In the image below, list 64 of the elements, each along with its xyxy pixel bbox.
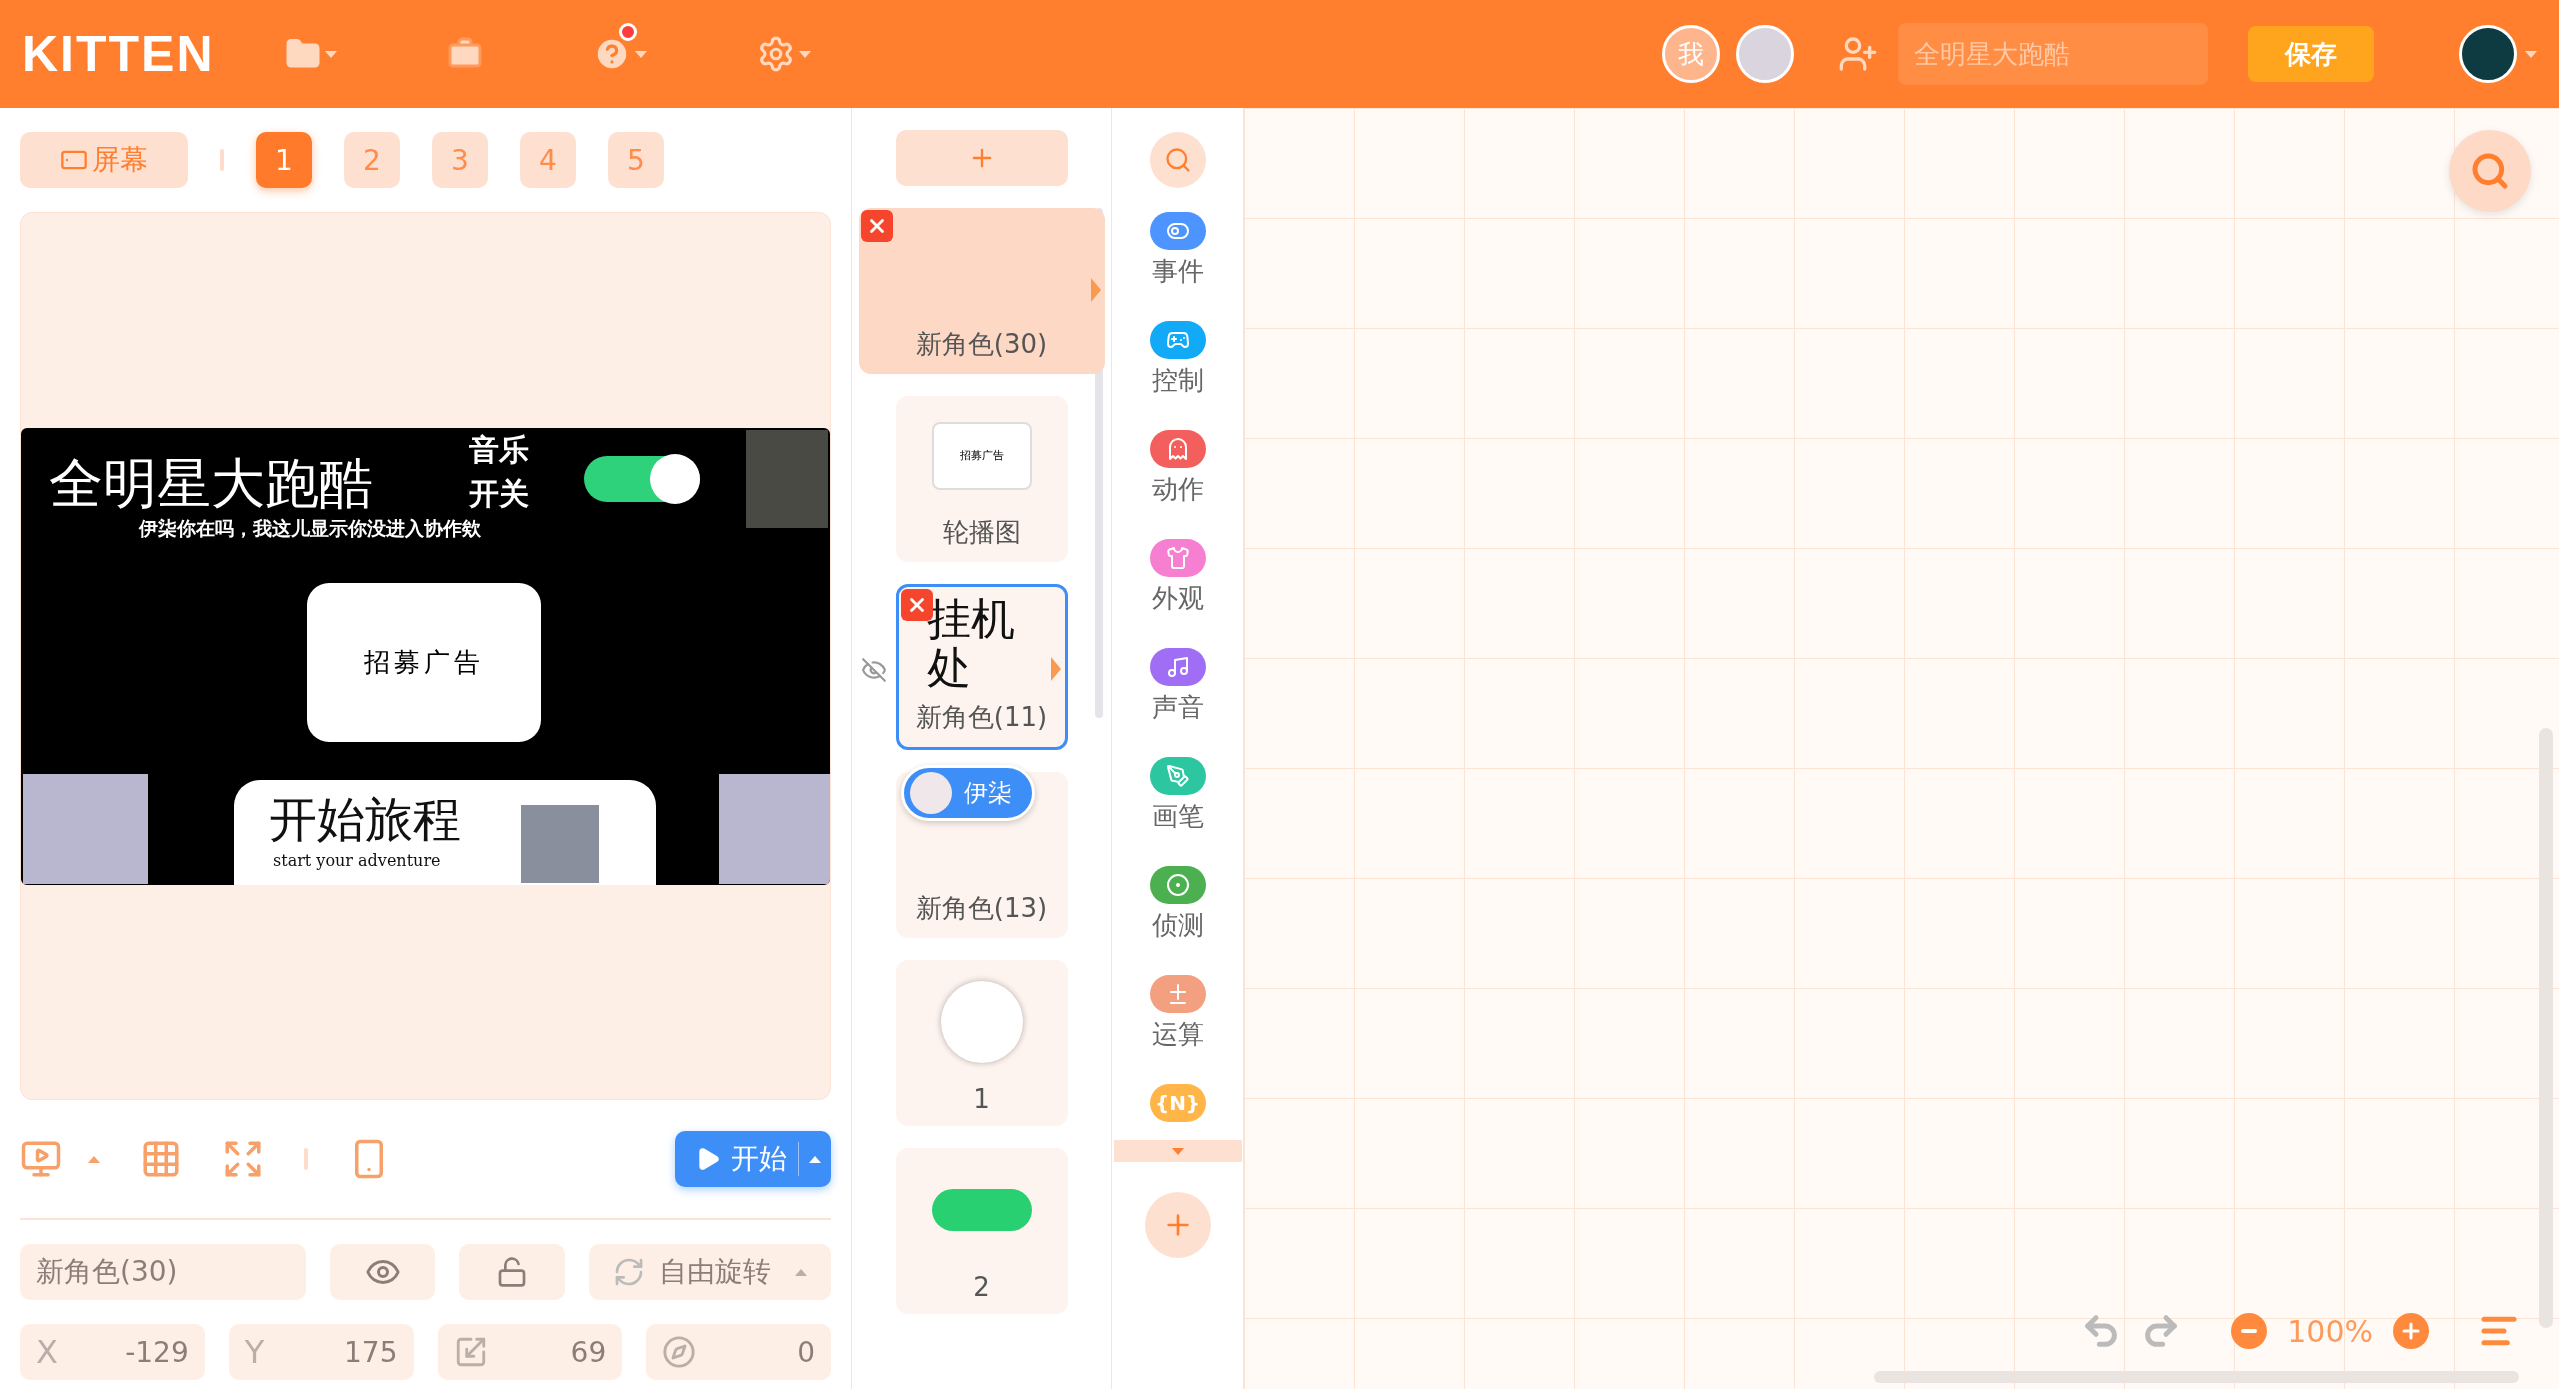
start-journey-subtitle: start your adventure <box>273 850 441 870</box>
y-field[interactable]: Y 175 <box>228 1324 414 1380</box>
zoom-in-button[interactable] <box>2393 1313 2429 1349</box>
collaborator-tooltip: 伊柒 <box>900 765 1035 821</box>
block-search-button[interactable] <box>2449 130 2531 212</box>
search-icon <box>1163 146 1192 174</box>
category-item[interactable]: 运算 <box>1149 975 1206 1074</box>
direction-field[interactable]: 0 <box>646 1324 831 1380</box>
fullscreen-icon <box>222 1138 264 1180</box>
start-button[interactable]: 开始 <box>675 1131 831 1187</box>
category-item[interactable]: 外观 <box>1149 539 1206 638</box>
recruit-ad-button[interactable]: 招募广告 <box>307 582 541 742</box>
eye-off-icon[interactable] <box>860 657 887 683</box>
sprite-item[interactable]: 1 <box>895 960 1068 1126</box>
category-item[interactable]: 动作 <box>1149 430 1206 529</box>
sprite-thumbnail: 招募广告 <box>931 421 1032 490</box>
scrollbar[interactable] <box>1874 1371 2519 1383</box>
lock-button[interactable] <box>459 1244 566 1300</box>
category-item[interactable]: 侦测 <box>1149 866 1206 965</box>
category-item[interactable]: 控制 <box>1149 321 1206 420</box>
screen-tab[interactable]: 3 <box>432 132 488 188</box>
zoom-level: 100% <box>2287 1313 2373 1349</box>
screen-button[interactable]: 屏幕 <box>20 132 188 188</box>
music-label: 开关 <box>469 474 529 513</box>
code-canvas[interactable]: 100% <box>1244 108 2559 1389</box>
rotation-mode-dropdown[interactable]: 自由旋转 <box>589 1244 831 1300</box>
music-toggle[interactable] <box>584 455 700 502</box>
x-field[interactable]: X -129 <box>20 1324 205 1380</box>
sprite-item[interactable]: 新角色(30) <box>858 208 1105 374</box>
sprite-item[interactable]: 招募广告 轮播图 <box>895 396 1068 562</box>
user-avatar[interactable] <box>2459 25 2517 83</box>
screen-tab[interactable]: 5 <box>608 132 664 188</box>
scroll-down-button[interactable] <box>1113 1140 1242 1162</box>
direction-icon <box>662 1335 697 1369</box>
minus-icon <box>2241 1329 2258 1333</box>
scrollbar[interactable] <box>2539 728 2553 1328</box>
search-icon <box>2470 151 2510 191</box>
save-button[interactable]: 保存 <box>2248 26 2374 82</box>
add-sprite-button[interactable] <box>895 130 1068 186</box>
music-label: 音乐 <box>469 430 529 469</box>
caret-icon[interactable] <box>88 1155 100 1163</box>
sprite-item[interactable]: 2 <box>895 1148 1068 1314</box>
game-subtitle: 伊柒你在吗，我这儿显示你没进入协作欸 <box>139 515 481 541</box>
expand-arrow-icon[interactable] <box>1090 278 1101 302</box>
sprite-thumbnail-text: 挂机处 <box>926 595 1016 692</box>
size-field[interactable]: 69 <box>437 1324 623 1380</box>
game-title: 全明星大跑酷 <box>49 450 373 517</box>
sprite-name-field[interactable]: 新角色(30) <box>20 1244 306 1300</box>
expand-arrow-icon[interactable] <box>1050 657 1061 681</box>
collaborator-avatar[interactable] <box>1736 25 1794 83</box>
logo: KITTEN <box>22 25 215 83</box>
screen-tab[interactable]: 4 <box>520 132 576 188</box>
add-user-icon[interactable] <box>1838 34 1878 74</box>
zoom-out-button[interactable] <box>2231 1313 2268 1349</box>
category-item[interactable]: 事件 <box>1149 212 1206 311</box>
visibility-button[interactable] <box>329 1244 436 1300</box>
category-item[interactable]: 声音 <box>1149 648 1206 747</box>
delete-button[interactable] <box>860 210 893 242</box>
start-journey-title: 开始旅程 <box>269 789 461 849</box>
screen-tab[interactable]: 2 <box>344 132 400 188</box>
category-item[interactable]: 画笔 <box>1149 757 1206 856</box>
caret-icon[interactable] <box>795 1268 808 1276</box>
screen-tab[interactable]: 1 <box>256 132 312 188</box>
variables-button[interactable]: {N} <box>1149 1084 1206 1122</box>
